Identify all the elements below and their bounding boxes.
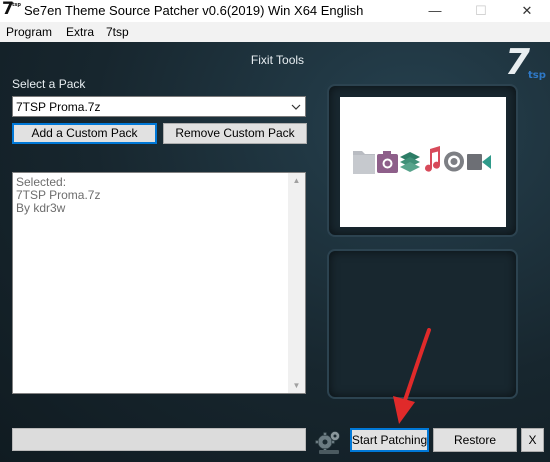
title-bar: 7 tsp Se7en Theme Source Patcher v0.6(20…: [0, 0, 550, 22]
vertical-scrollbar[interactable]: ▲ ▼: [288, 173, 305, 393]
remove-custom-pack-button[interactable]: Remove Custom Pack: [163, 123, 307, 144]
layers-icon: [400, 152, 420, 172]
theme-preview-image: [340, 97, 506, 227]
restore-button[interactable]: Restore: [433, 428, 517, 452]
gears-icon[interactable]: [314, 427, 344, 455]
menu-bar: Program Extra 7tsp: [0, 22, 550, 43]
window-title: Se7en Theme Source Patcher v0.6(2019) Wi…: [24, 3, 364, 18]
close-window-button[interactable]: ✕: [504, 0, 550, 22]
7tsp-logo: 7 tsp: [505, 42, 546, 86]
scroll-up-icon[interactable]: ▲: [288, 176, 305, 185]
disc-icon: [444, 151, 464, 172]
music-note-icon: [425, 146, 441, 172]
menu-7tsp[interactable]: 7tsp: [106, 25, 129, 39]
app-icon-subtext: tsp: [12, 2, 21, 8]
select-pack-label: Select a Pack: [12, 77, 86, 91]
logo-digit: 7: [505, 42, 531, 83]
progress-status-bar: [12, 428, 306, 451]
info-line: By kdr3w: [16, 201, 66, 215]
pack-dropdown-value: 7TSP Proma.7z: [16, 100, 101, 114]
pack-info-text: Selected: 7TSP Proma.7z By kdr3w: [16, 176, 100, 215]
fixit-tools-heading: Fixit Tools: [250, 53, 305, 67]
minimize-icon: —: [428, 3, 442, 18]
camera-icon: [377, 151, 398, 173]
start-patching-button[interactable]: Start Patching: [350, 428, 429, 452]
pack-dropdown[interactable]: 7TSP Proma.7z: [12, 96, 306, 117]
exit-button[interactable]: X: [521, 428, 544, 452]
maximize-icon: ☐: [475, 3, 487, 18]
red-arrow-annotation: [393, 328, 431, 424]
app-icon: 7 tsp: [2, 0, 21, 20]
main-panel: Fixit Tools 7 tsp Select a Pack 7TSP Pro…: [0, 42, 550, 462]
preview-panel: [327, 84, 518, 237]
minimize-button[interactable]: —: [412, 0, 458, 22]
menu-program[interactable]: Program: [6, 25, 52, 39]
menu-extra[interactable]: Extra: [66, 25, 94, 39]
preview-icons: [353, 146, 491, 174]
close-icon: ✕: [521, 3, 533, 18]
video-camera-icon: [467, 154, 491, 170]
chevron-down-icon: [291, 104, 301, 110]
pack-info-textbox[interactable]: Selected: 7TSP Proma.7z By kdr3w ▲ ▼: [12, 172, 306, 394]
scroll-down-icon[interactable]: ▼: [288, 381, 305, 390]
logo-subtext: tsp: [528, 70, 546, 81]
folder-icon: [353, 151, 375, 174]
add-custom-pack-button[interactable]: Add a Custom Pack: [12, 123, 157, 144]
maximize-button[interactable]: ☐: [458, 0, 504, 22]
